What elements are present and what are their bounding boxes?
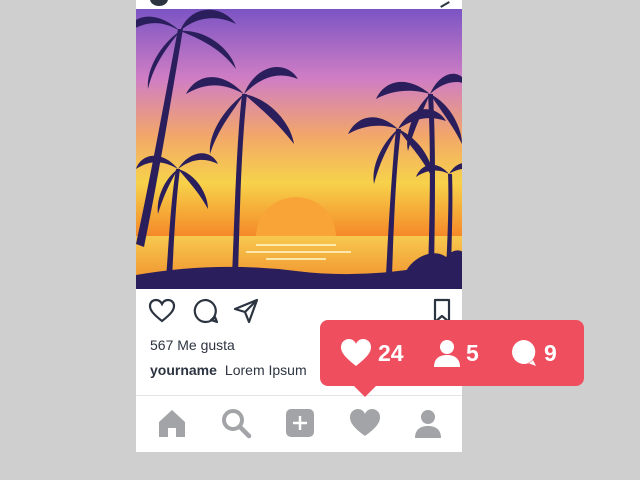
search-icon[interactable] <box>219 406 253 440</box>
activity-heart-icon[interactable] <box>348 406 382 440</box>
caption-username[interactable]: yourname <box>150 362 217 378</box>
user-icon <box>434 340 460 367</box>
likes-notification-count: 24 <box>378 339 404 366</box>
home-icon[interactable] <box>155 406 189 440</box>
likes-count[interactable]: 567 Me gusta <box>150 337 235 353</box>
post-image[interactable] <box>136 9 462 289</box>
heart-icon[interactable] <box>148 297 176 325</box>
caption-text: Lorem Ipsum <box>224 362 307 378</box>
followers-notification-count: 5 <box>466 339 479 366</box>
comments-notification-count: 9 <box>544 339 557 366</box>
comment-icon <box>512 340 536 366</box>
comments-notification: 9 <box>510 338 557 368</box>
more-icon[interactable] <box>436 0 450 8</box>
heart-icon <box>341 339 371 366</box>
comment-icon[interactable] <box>192 297 220 325</box>
notification-pointer <box>352 384 378 397</box>
post-header <box>136 0 462 9</box>
notification-badge[interactable]: 24 5 9 <box>320 320 584 386</box>
sunset-palms-illustration <box>136 9 462 289</box>
share-icon[interactable] <box>232 297 260 325</box>
followers-notification: 5 <box>434 338 479 368</box>
add-post-icon[interactable] <box>283 406 317 440</box>
likes-notification: 24 <box>340 338 404 368</box>
profile-icon[interactable] <box>411 406 445 440</box>
post-caption: yourname Lorem Ipsum <box>150 362 307 378</box>
bottom-nav <box>136 400 462 450</box>
divider <box>136 395 462 396</box>
avatar[interactable] <box>150 0 168 6</box>
